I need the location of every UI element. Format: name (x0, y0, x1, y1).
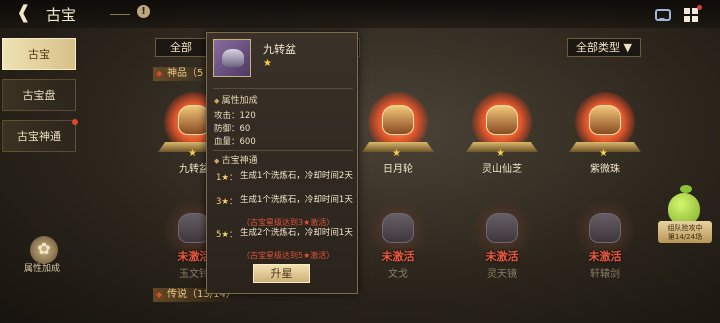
treasure-slot[interactable]: ★ 灵山仙芝 (462, 90, 542, 175)
sidebar-item-treasure-skill[interactable]: 古宝神通 (2, 120, 76, 152)
skill-header: 古宝神通 (214, 153, 258, 166)
effect-condition: （古宝星级达到3★激活） (242, 218, 335, 227)
star-icon: ★ (496, 148, 505, 159)
popup-title: 九转盆 (263, 43, 296, 56)
treasure-name: 灵山仙芝 (482, 164, 522, 175)
treasure-slot[interactable]: ★ 紫微珠 (565, 90, 645, 175)
menu-grid-icon[interactable] (684, 5, 702, 23)
treasure-name: 紫微珠 (590, 164, 620, 175)
attr-attack: 攻击：120 (214, 111, 256, 121)
chat-icon[interactable] (655, 9, 671, 21)
notification-dot (72, 119, 78, 125)
effect-text: 生成2个洗炼石，冷却时间1天 (240, 228, 353, 238)
upgrade-star-button[interactable]: 升星 (253, 264, 310, 283)
team-event-badge[interactable]: 组队抢攻中 第14/24场 (658, 185, 712, 245)
star-icon: ★ (392, 148, 401, 159)
treasure-slot[interactable]: ★ 日月轮 (358, 90, 438, 175)
effect-condition: （古宝星级达到5★激活） (242, 251, 335, 260)
sidebar-item-treasure-disk[interactable]: 古宝盘 (2, 79, 76, 111)
treasure-icon (382, 213, 414, 243)
inactive-label: 未激活 (381, 250, 415, 263)
type-filter-dropdown[interactable]: 全部类型 ▼ (567, 38, 641, 57)
treasure-name: 文戈 (388, 269, 408, 280)
back-arrow-icon[interactable]: ❰ (16, 3, 42, 23)
treasure-name: 轩辕剑 (590, 269, 620, 280)
star-icon: ★ (599, 148, 608, 159)
treasure-slot[interactable]: 未激活 文戈 (358, 198, 438, 283)
title-divider (110, 14, 130, 15)
attribute-bonus-label: 属性加成 (24, 264, 61, 274)
bowl-icon (213, 39, 251, 77)
treasure-name: 灵天镜 (487, 269, 517, 280)
notification-dot (697, 5, 702, 10)
treasure-slot[interactable]: 未激活 灵天镜 (462, 198, 542, 283)
top-bar (0, 0, 720, 28)
sidebar-item-treasure[interactable]: 古宝 (2, 38, 76, 70)
star-icon: ★ (188, 148, 197, 159)
treasure-icon (486, 213, 518, 243)
treasure-icon (589, 213, 621, 243)
treasure-icon (382, 105, 414, 135)
star-icon: ★ (263, 58, 272, 69)
treasure-detail-popup: 九转盆 ★ 属性加成 攻击：120 防御：60 血量：600 古宝神通 1★： … (206, 32, 358, 294)
treasure-icon (589, 105, 621, 135)
tab-all[interactable]: 全部 (155, 38, 211, 57)
treasure-name: 日月轮 (383, 164, 413, 175)
attribute-bonus-icon[interactable] (30, 236, 58, 264)
page-title: 古宝 (46, 6, 77, 24)
effect-text: 生成1个洗炼石，冷却时间1天 (240, 195, 353, 205)
event-progress: 第14/24场 (667, 233, 703, 241)
leaf-icon (680, 185, 692, 193)
section-divine: 神品（5 (153, 67, 211, 81)
inactive-label: 未激活 (588, 250, 622, 263)
effect-level: 3★： (216, 197, 238, 207)
effect-text: 生成1个洗炼石，冷却时间2天 (240, 171, 353, 181)
attr-hp: 血量：600 (214, 137, 256, 147)
divider (213, 150, 353, 151)
attr-defense: 防御：60 (214, 124, 251, 134)
info-icon[interactable]: ! (137, 5, 150, 18)
treasure-slot[interactable]: 未激活 轩辕剑 (565, 198, 645, 283)
effect-level: 5★： (216, 230, 238, 240)
attr-header: 属性加成 (214, 93, 258, 106)
inactive-label: 未激活 (485, 250, 519, 263)
effect-level: 1★： (216, 173, 238, 183)
treasure-icon (486, 105, 518, 135)
divider (213, 88, 353, 89)
